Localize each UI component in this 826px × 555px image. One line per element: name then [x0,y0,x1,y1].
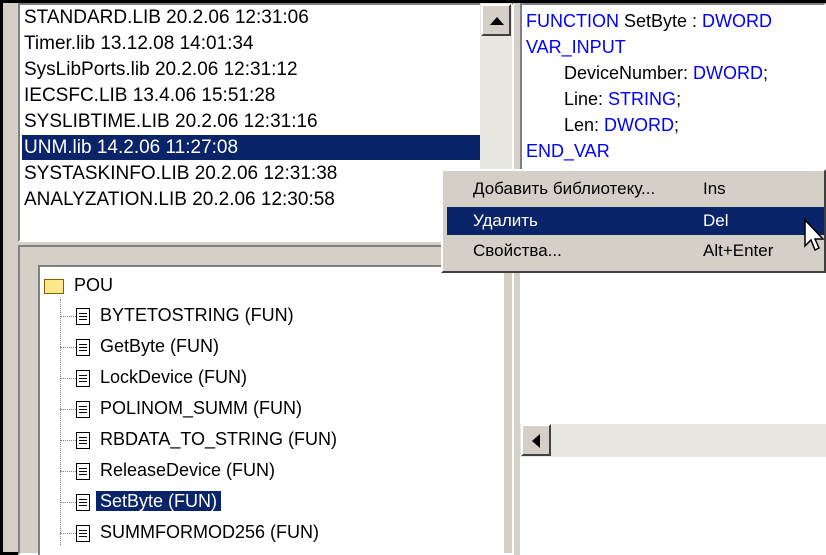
menu-item-label: Добавить библиотеку... [473,179,656,198]
tree-item-label: POLINOM_SUMM (FUN) [100,398,302,418]
mouse-cursor-icon [804,218,825,252]
horizontal-scrollbar[interactable] [520,423,826,457]
document-icon [76,369,90,387]
tree-item[interactable]: LockDevice (FUN) [60,363,251,391]
code-line-6: END_VAR [526,141,610,161]
document-icon [76,462,90,480]
scroll-left-button[interactable] [521,424,551,456]
menu-item-add-library[interactable]: Добавить библиотеку... Ins [447,175,824,203]
code-line-2: VAR_INPUT [526,37,626,57]
tree-root-label: POU [74,275,114,295]
scroll-up-arrow-icon [490,17,504,25]
document-icon [76,493,90,511]
context-menu[interactable]: Добавить библиотеку... Ins Удалить Del С… [441,169,826,273]
tree-item-label: ReleaseDevice (FUN) [100,460,276,480]
tree-item[interactable]: GetByte (FUN) [60,332,223,360]
code-body-panel[interactable] [520,265,826,555]
document-icon [76,307,90,325]
tree-item[interactable]: SUMMFORMOD256 (FUN) [60,518,323,546]
document-icon [76,524,90,542]
library-item[interactable]: SYSLIBTIME.LIB 20.2.06 12:31:16 [22,109,484,134]
library-item[interactable]: ANALYZATION.LIB 20.2.06 12:30:58 [22,187,484,212]
document-icon [76,400,90,418]
document-icon [76,431,90,449]
library-item-selected[interactable]: UNM.lib 14.2.06 11:27:08 [22,135,484,160]
code-line-4: Line: STRING; [564,89,682,109]
tree-item[interactable]: ReleaseDevice (FUN) [60,456,279,484]
tree-item[interactable]: POLINOM_SUMM (FUN) [60,394,306,422]
scroll-up-button[interactable] [481,4,511,36]
menu-item-delete[interactable]: Удалить Del [447,207,824,235]
tree-item[interactable]: RBDATA_TO_STRING (FUN) [60,425,341,453]
scroll-left-arrow-icon [532,434,540,448]
library-item[interactable]: Timer.lib 13.12.08 14:01:34 [22,31,484,56]
tree-item-label: RBDATA_TO_STRING (FUN) [100,429,338,449]
tree-item-label: LockDevice (FUN) [100,367,248,387]
tree-item-label: BYTETOSTRING (FUN) [100,305,294,325]
tree-item-label: SUMMFORMOD256 (FUN) [100,522,319,542]
library-item[interactable]: SysLibPorts.lib 20.2.06 12:31:12 [22,57,484,82]
menu-item-shortcut: Del [703,211,729,230]
tree-item-selected[interactable]: SetByte (FUN) [60,487,222,515]
menu-item-label: Свойства... [473,241,562,260]
pou-tree[interactable]: POU BYTETOSTRING (FUN) GetByte (FUN) Loc… [38,265,504,555]
code-line-1: FUNCTION SetByte : DWORD [526,11,773,31]
library-item[interactable]: STANDARD.LIB 20.2.06 12:31:06 [22,5,484,30]
menu-item-shortcut: Alt+Enter [703,241,774,260]
code-line-5: Len: DWORD; [564,115,680,135]
library-item[interactable]: IECSFC.LIB 13.4.06 15:51:28 [22,83,484,108]
menu-item-label: Удалить [473,211,538,230]
folder-icon [44,278,64,294]
tree-item-label: SetByte (FUN) [96,491,222,511]
document-icon [76,338,90,356]
tree-item-label: GetByte (FUN) [100,336,220,356]
tree-root-pou[interactable]: POU [44,271,117,299]
menu-item-shortcut: Ins [703,179,726,198]
tree-item[interactable]: BYTETOSTRING (FUN) [60,301,298,329]
code-line-3: DeviceNumber: DWORD; [564,63,769,83]
menu-item-properties[interactable]: Свойства... Alt+Enter [447,237,824,265]
library-list[interactable]: STANDARD.LIB 20.2.06 12:31:06 Timer.lib … [18,3,514,242]
library-item[interactable]: SYSTASKINFO.LIB 20.2.06 12:31:38 [22,161,484,186]
